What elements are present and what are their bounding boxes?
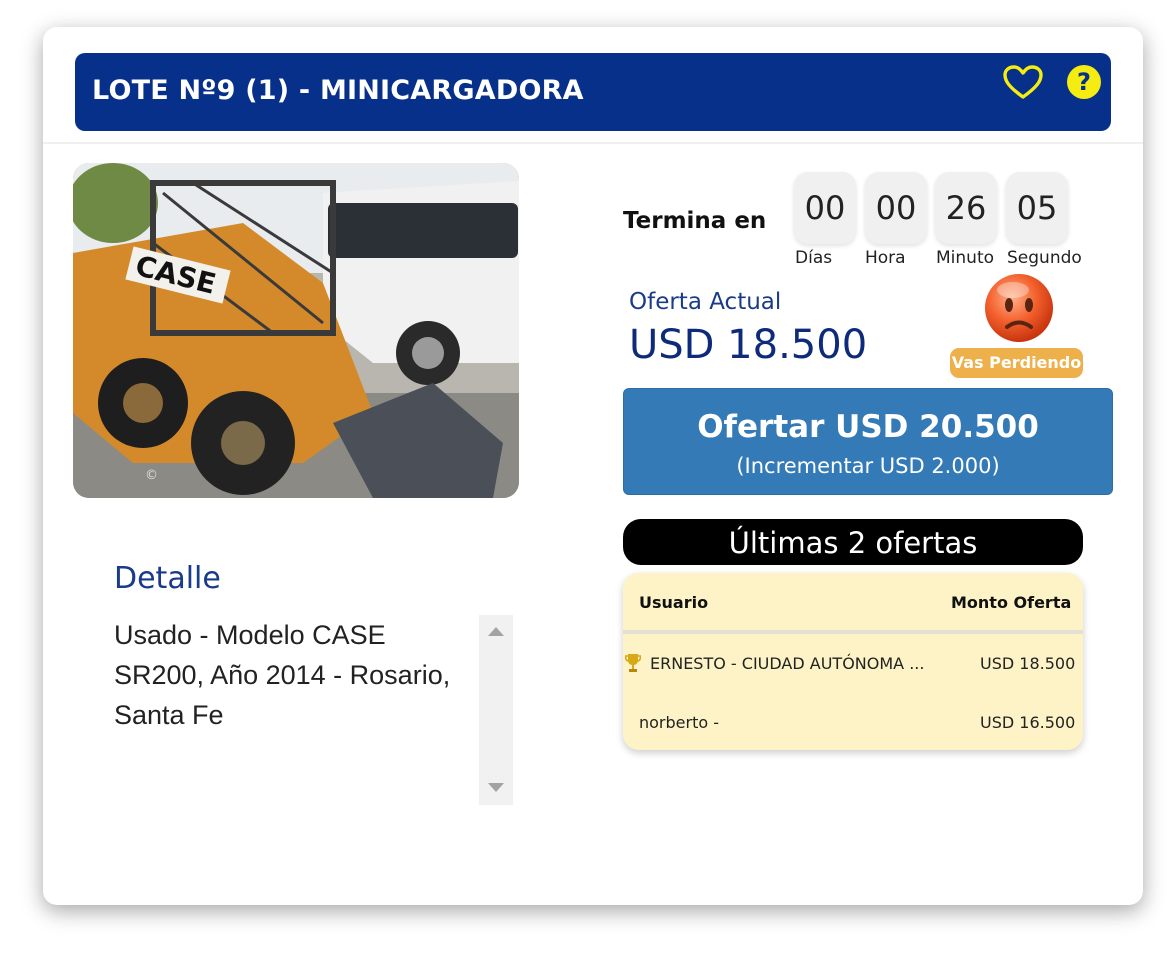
offer-row-1-user: ERNESTO - CIUDAD AUTÓNOMA ... — [650, 654, 925, 673]
countdown-seconds: 05 — [1006, 172, 1068, 244]
place-bid-increment: (Incrementar USD 2.000) — [736, 454, 1000, 478]
header-divider — [43, 142, 1143, 144]
countdown-days: 00 — [794, 172, 856, 244]
column-header-user: Usuario — [639, 593, 709, 612]
countdown-hours: 00 — [865, 172, 927, 244]
detail-title: Detalle — [114, 561, 221, 596]
lot-title: LOTE Nº9 (1) - MINICARGADORA — [92, 75, 584, 106]
table-header-divider — [623, 630, 1083, 634]
photo-copyright: © — [145, 468, 158, 483]
lot-card: LOTE Nº9 (1) - MINICARGADORA ? CASE © De… — [43, 27, 1143, 905]
countdown-seconds-label: Segundo — [1007, 248, 1082, 268]
place-bid-button[interactable]: Ofertar USD 20.500 (Incrementar USD 2.00… — [623, 388, 1113, 495]
current-offer-value: USD 18.500 — [629, 322, 868, 368]
countdown-label: Termina en — [623, 208, 767, 234]
last-offers-table: Usuario Monto Oferta ERNESTO - CIUDAD AU… — [623, 573, 1083, 750]
lot-header: LOTE Nº9 (1) - MINICARGADORA ? — [75, 53, 1111, 131]
place-bid-label: Ofertar USD 20.500 — [697, 409, 1039, 445]
current-offer-label: Oferta Actual — [629, 289, 782, 315]
help-icon[interactable]: ? — [1067, 65, 1101, 99]
trophy-icon — [624, 653, 642, 673]
heart-icon[interactable] — [1003, 65, 1043, 101]
sad-face-icon — [983, 272, 1055, 344]
status-badge: Vas Perdiendo — [950, 348, 1083, 378]
countdown-minutes-label: Minuto — [936, 248, 995, 268]
offer-row-2-user: norberto - — [639, 713, 720, 732]
detail-scrollbar[interactable] — [479, 615, 513, 805]
scroll-up-arrow-icon[interactable] — [488, 627, 504, 636]
scroll-down-arrow-icon[interactable] — [488, 783, 504, 792]
last-offers-title: Últimas 2 ofertas — [623, 519, 1083, 565]
offer-row-1-amount: USD 18.500 — [980, 654, 1076, 673]
product-photo[interactable]: CASE © — [73, 163, 519, 498]
offer-row-2-amount: USD 16.500 — [980, 713, 1076, 732]
countdown-minutes: 26 — [935, 172, 997, 244]
column-header-amount: Monto Oferta — [951, 593, 1072, 612]
detail-text: Usado - Modelo CASE SR200, Año 2014 - Ro… — [114, 620, 451, 730]
countdown-days-label: Días — [795, 248, 833, 268]
countdown-hours-label: Hora — [865, 248, 906, 268]
